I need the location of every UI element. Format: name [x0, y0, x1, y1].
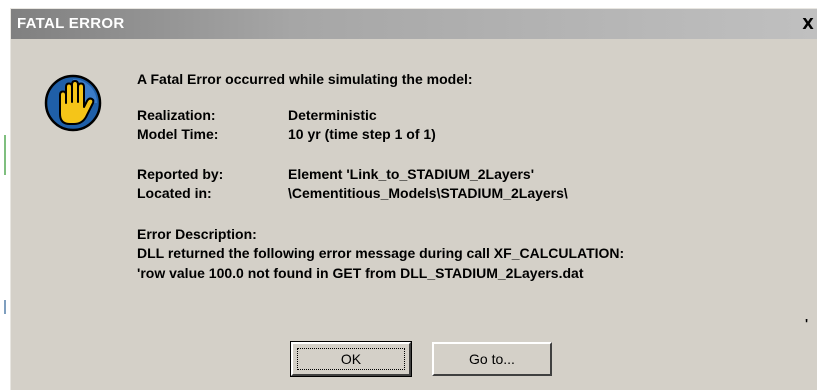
reported-by-label: Reported by: [137, 166, 224, 182]
background-edge-mark [4, 300, 6, 314]
background-window-edge [0, 0, 10, 390]
ok-button[interactable]: OK [290, 341, 412, 377]
reported-by-value: Element 'Link_to_STADIUM_2Layers' [288, 166, 535, 182]
stray-quote-mark: ' [805, 316, 809, 331]
located-in-value: \Cementitious_Models\STADIUM_2Layers\ [288, 185, 568, 201]
model-time-label: Model Time: [137, 126, 219, 142]
goto-button-label: Go to... [469, 351, 515, 367]
close-button[interactable]: X [799, 15, 817, 33]
realization-label: Realization: [137, 107, 216, 123]
error-description-line: DLL returned the following error message… [137, 245, 625, 261]
model-time-value: 10 yr (time step 1 of 1) [288, 126, 436, 142]
fatal-error-dialog: FATAL ERROR X A Fatal Error occurred whi… [10, 8, 817, 390]
error-description-label: Error Description: [137, 226, 257, 242]
dialog-title: FATAL ERROR [17, 15, 125, 32]
realization-value: Deterministic [288, 107, 377, 123]
goto-button[interactable]: Go to... [432, 342, 552, 376]
background-edge-mark [4, 135, 6, 175]
located-in-label: Located in: [137, 185, 212, 201]
error-description-line: 'row value 100.0 not found in GET from D… [137, 265, 584, 281]
stop-hand-icon [44, 74, 102, 132]
dialog-titlebar[interactable]: FATAL ERROR X [11, 9, 817, 39]
ok-button-label: OK [340, 351, 362, 367]
error-headline: A Fatal Error occurred while simulating … [137, 71, 473, 87]
